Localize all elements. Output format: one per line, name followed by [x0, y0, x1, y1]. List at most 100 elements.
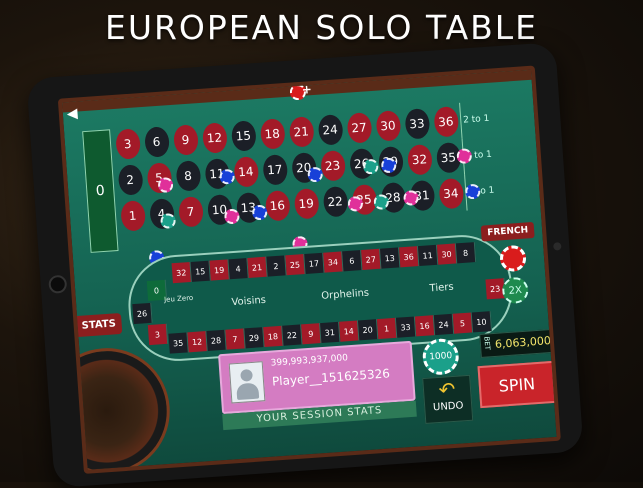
racetrack-number[interactable]: 11 [417, 244, 439, 267]
undo-button[interactable]: ↶ UNDO [422, 374, 474, 424]
number-cell[interactable]: 15 [228, 117, 259, 155]
number-label: 12 [201, 122, 228, 154]
number-label: 7 [177, 196, 204, 228]
spin-button[interactable]: SPIN [477, 360, 557, 409]
back-arrow-icon[interactable]: ◀ [66, 106, 78, 123]
racetrack-number[interactable]: 14 [339, 320, 360, 342]
number-label: 6 [143, 126, 170, 158]
racetrack-number[interactable]: 7 [225, 328, 246, 350]
number-cell[interactable]: 21 [285, 113, 316, 151]
number-cell[interactable]: 12 [199, 119, 230, 157]
racetrack-number[interactable]: 24 [433, 313, 455, 336]
number-cell[interactable]: 32 [404, 141, 435, 179]
racetrack-number[interactable]: 32 [171, 261, 192, 284]
racetrack-number[interactable]: 15 [190, 260, 211, 282]
number-cell[interactable]: 6 [141, 123, 172, 161]
number-cell[interactable]: 22 [319, 183, 350, 221]
racetrack-number[interactable]: 4 [228, 258, 249, 280]
racetrack-number[interactable]: 10 [471, 311, 493, 333]
number-cell[interactable]: 14 [230, 153, 261, 191]
tiers-label[interactable]: Tiers [393, 279, 491, 306]
number-label: 24 [317, 114, 344, 146]
home-button[interactable] [48, 274, 68, 294]
number-label: 3 [114, 128, 141, 160]
game-screen: ◀ + 0 3 6 9 12 15 18 21 24 27 30 33 36 2 to 1 2 5 8 11 14… [57, 65, 561, 474]
number-label: 18 [259, 118, 286, 150]
racetrack-number[interactable]: 22 [282, 324, 303, 346]
racetrack-number[interactable]: 27 [361, 248, 382, 271]
racetrack: 32 15 19 4 21 2 25 17 34 6 27 13 36 11 30 8 35 12 28 7 29 18… [125, 231, 516, 365]
plus-icon: + [301, 82, 313, 97]
racetrack-number[interactable]: 9 [301, 323, 322, 345]
racetrack-number[interactable]: 34 [323, 251, 344, 273]
column-bet-cell[interactable]: 2 to 1 [459, 100, 493, 139]
number-cell[interactable]: 7 [175, 193, 206, 231]
number-label: 19 [293, 187, 320, 220]
number-cell[interactable]: 18 [257, 115, 288, 153]
player-balance: 399,993,937,000 [270, 353, 349, 369]
roulette-wheel [57, 343, 174, 474]
avatar [228, 361, 266, 404]
number-cell[interactable]: 27 [343, 109, 374, 147]
number-label: 21 [288, 116, 315, 148]
number-cell[interactable]: 34 [435, 175, 466, 213]
voisins-label[interactable]: Voisins [200, 293, 298, 320]
stats-button[interactable]: STATS [75, 312, 123, 338]
racetrack-number[interactable]: 17 [304, 252, 325, 274]
racetrack-number[interactable]: 31 [320, 321, 341, 344]
racetrack-number[interactable]: 25 [285, 254, 306, 276]
number-cell[interactable]: 9 [170, 121, 201, 159]
racetrack-number[interactable]: 35 [168, 332, 189, 354]
number-label: 23 [319, 150, 346, 182]
racetrack-number[interactable]: 36 [399, 246, 420, 268]
racetrack-number[interactable]: 2 [266, 255, 287, 277]
chip-1000[interactable]: 1000 [421, 337, 460, 376]
number-cell[interactable]: 19 [291, 185, 322, 223]
french-button[interactable]: FRENCH [480, 221, 535, 242]
number-cell[interactable]: 36 [430, 103, 461, 141]
bet-value: 6,063,000 [494, 334, 552, 351]
racetrack-number[interactable]: 33 [395, 316, 417, 338]
number-label: 36 [432, 106, 459, 138]
racetrack-number[interactable]: 20 [357, 319, 379, 341]
racetrack-number[interactable]: 19 [209, 259, 230, 281]
number-cell[interactable]: 30 [372, 107, 403, 145]
number-label: 1 [119, 200, 146, 232]
number-cell[interactable]: 3 [112, 125, 143, 163]
racetrack-number[interactable]: 3 [147, 323, 169, 346]
racetrack-top-row: 32 15 19 4 21 2 25 17 34 6 27 13 36 11 30 8 [171, 242, 477, 284]
jeu-zero-label[interactable]: Jeu Zero [164, 294, 194, 304]
number-cell[interactable]: 33 [401, 105, 432, 143]
double-bet-button[interactable]: 2X [501, 276, 530, 305]
racetrack-number[interactable]: 21 [247, 256, 268, 278]
racetrack-number[interactable]: 1 [376, 317, 398, 340]
racetrack-number[interactable]: 29 [244, 327, 265, 349]
number-cell[interactable]: 8 [172, 157, 203, 195]
chip-selector-icon[interactable] [499, 244, 527, 273]
number-cell[interactable]: 23 [317, 147, 348, 185]
orphelins-label[interactable]: Orphelins [297, 286, 395, 313]
number-cell[interactable]: 17 [259, 151, 290, 189]
number-cell[interactable]: 1 [117, 197, 148, 235]
racetrack-number[interactable]: 6 [342, 250, 363, 272]
number-label: 9 [172, 124, 199, 156]
racetrack-number[interactable]: 12 [187, 331, 208, 353]
number-label: 2 [117, 164, 144, 196]
number-label: 15 [230, 120, 257, 152]
racetrack-number[interactable]: 8 [455, 242, 477, 264]
number-label: 34 [437, 177, 464, 210]
racetrack-number[interactable]: 5 [452, 312, 474, 334]
racetrack-number[interactable]: 16 [414, 315, 436, 337]
racetrack-number[interactable]: 18 [263, 325, 284, 348]
camera [553, 242, 562, 251]
number-cell[interactable]: 16 [262, 187, 293, 225]
number-cell[interactable]: 2 [114, 161, 145, 199]
player-name: Player__151625326 [271, 366, 391, 389]
undo-arrow-icon: ↶ [437, 376, 457, 402]
racetrack-number[interactable]: 30 [436, 243, 458, 265]
racetrack-number[interactable]: 26 [132, 302, 153, 325]
racetrack-number[interactable]: 28 [206, 329, 227, 351]
number-cell[interactable]: 24 [314, 111, 345, 149]
number-label: 17 [261, 154, 288, 186]
racetrack-number[interactable]: 13 [380, 247, 401, 269]
